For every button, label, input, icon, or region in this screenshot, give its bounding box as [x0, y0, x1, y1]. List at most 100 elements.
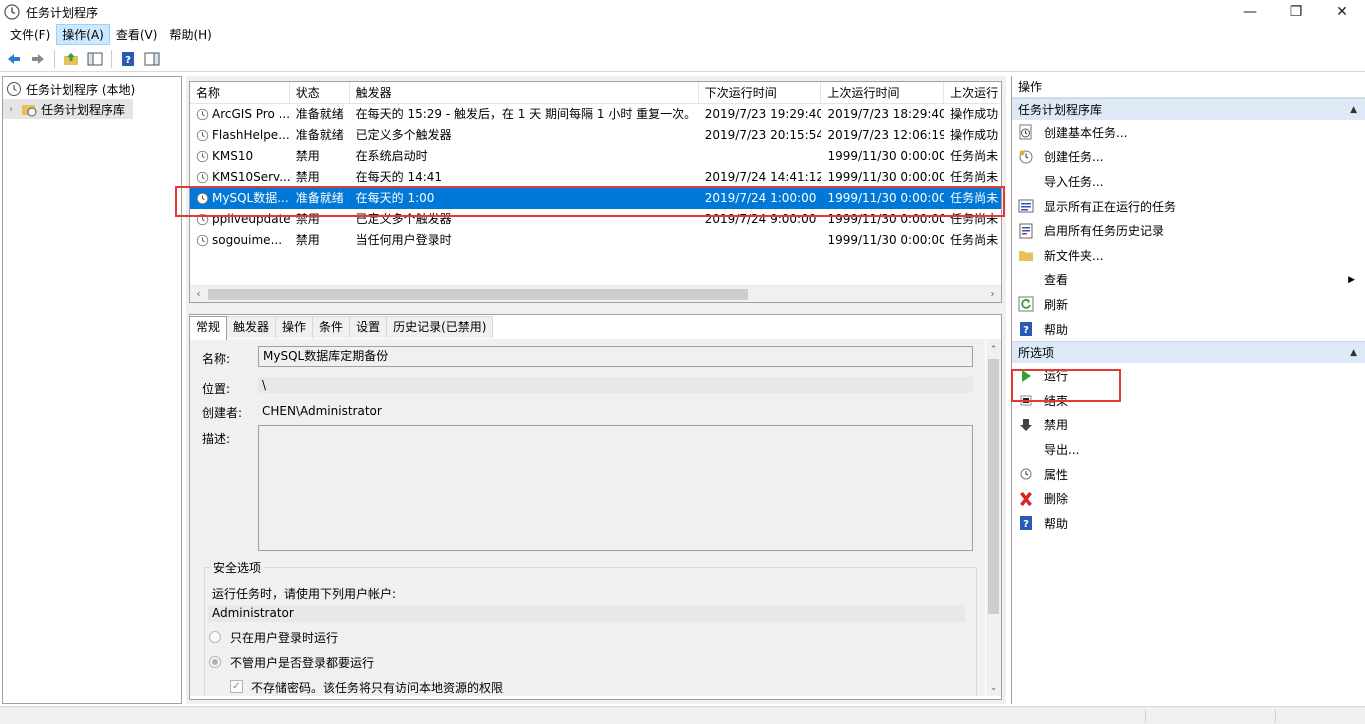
task-last-cell: 1999/11/30 0:00:00: [827, 149, 945, 163]
detail-vertical-scrollbar[interactable]: ⌃ ⌄: [986, 339, 1001, 696]
action-item[interactable]: 导出...: [1012, 437, 1365, 462]
tab-actions[interactable]: 操作: [275, 316, 314, 338]
radio-run-whether-logged-on[interactable]: [209, 656, 221, 668]
show-hide-tree-button[interactable]: [85, 49, 105, 69]
tab-conditions[interactable]: 条件: [312, 316, 351, 338]
description-field[interactable]: [258, 425, 973, 551]
folder-icon: [1018, 247, 1034, 263]
checkbox-do-not-store-password[interactable]: ✓: [230, 680, 243, 693]
task-trigger-cell: 已定义多个触发器: [355, 212, 452, 226]
task-scheduler-app-icon: [4, 4, 20, 20]
tab-triggers[interactable]: 触发器: [226, 316, 277, 338]
menu-view[interactable]: 查看(V): [110, 24, 164, 45]
task-status-cell: 禁用: [295, 170, 320, 184]
forward-arrow-icon: [32, 53, 44, 64]
tab-general[interactable]: 常规: [189, 316, 228, 340]
menu-help[interactable]: 帮助(H): [163, 24, 217, 45]
delete-icon: [1018, 491, 1034, 507]
general-tab-content: 名称: MySQL数据库定期备份 位置: \ 创建者: CHEN\Adminis…: [190, 339, 985, 696]
action-item[interactable]: 删除: [1012, 486, 1365, 511]
tab-settings[interactable]: 设置: [349, 316, 388, 338]
help-toolbar-button[interactable]: ?: [118, 49, 138, 69]
task-status-cell: 准备就绪: [295, 107, 344, 121]
minimize-button[interactable]: —: [1227, 0, 1273, 24]
task-name-text: sogouime...: [212, 233, 283, 247]
close-icon: ✕: [1336, 4, 1348, 20]
action-item[interactable]: ? 帮助: [1012, 317, 1365, 342]
collapse-caret-icon[interactable]: ▲: [1350, 342, 1357, 364]
help-icon: ?: [1018, 321, 1034, 337]
task-clock-icon: [196, 129, 209, 142]
task-row[interactable]: KMS10 禁用 在系统启动时 1999/11/30 0:00:00 任务尚未: [190, 146, 1001, 167]
up-folder-button[interactable]: [61, 49, 81, 69]
action-item-label: 帮助: [1044, 322, 1069, 337]
scrollbar-thumb[interactable]: [208, 289, 748, 300]
task-result-cell: 任务尚未: [950, 233, 999, 247]
show-action-pane-button[interactable]: [142, 49, 162, 69]
task-trigger-cell: 在系统启动时: [355, 149, 428, 163]
task-last-cell: 2019/7/23 18:29:40: [827, 107, 945, 121]
action-item[interactable]: 结束: [1012, 388, 1365, 413]
action-item[interactable]: 属性: [1012, 462, 1365, 487]
tree-item-library[interactable]: › 任务计划程序库: [3, 99, 133, 119]
collapse-caret-icon[interactable]: ▲: [1350, 99, 1357, 121]
action-item[interactable]: 运行: [1012, 363, 1365, 388]
task-trigger-cell: 已定义多个触发器: [355, 128, 452, 142]
detail-scrollbar-thumb[interactable]: [988, 359, 999, 614]
action-item[interactable]: 禁用: [1012, 413, 1365, 438]
tree-root[interactable]: 任务计划程序 (本地): [3, 79, 181, 99]
task-clock-icon: [196, 150, 209, 163]
tab-history[interactable]: 历史记录(已禁用): [386, 316, 494, 338]
scroll-right-icon[interactable]: ›: [984, 286, 1001, 302]
task-next-cell: 2019/7/24 14:41:12: [704, 170, 822, 184]
task-row[interactable]: MySQL数据... 准备就绪 在每天的 1:00 2019/7/24 1:00:00…: [190, 188, 1001, 209]
radio-run-logged-on-label: 只在用户登录时运行: [230, 631, 339, 645]
menu-file[interactable]: 文件(F): [4, 24, 56, 45]
expand-chevron-icon[interactable]: ›: [9, 104, 21, 115]
action-item[interactable]: 创建基本任务...: [1012, 120, 1365, 145]
action-item-label: 刷新: [1044, 297, 1069, 312]
radio-run-logged-on[interactable]: [209, 631, 221, 643]
column-last-result[interactable]: 上次运行: [944, 82, 1001, 104]
task-row[interactable]: ppliveupdate 禁用 已定义多个触发器 2019/7/24 9:00:00 1…: [190, 209, 1001, 230]
task-row[interactable]: ArcGIS Pro ... 准备就绪 在每天的 15:29 - 触发后，在 1 天…: [190, 104, 1001, 125]
action-item[interactable]: 创建任务...: [1012, 145, 1365, 170]
action-item[interactable]: 启用所有任务历史记录: [1012, 218, 1365, 243]
forward-button[interactable]: [28, 49, 48, 69]
column-next-run[interactable]: 下次运行时间: [699, 82, 822, 104]
actions-section-library[interactable]: 任务计划程序库 ▲: [1012, 98, 1365, 120]
task-name-field[interactable]: MySQL数据库定期备份: [258, 346, 973, 367]
menu-action[interactable]: 操作(A): [56, 24, 110, 45]
action-item[interactable]: 导入任务...: [1012, 169, 1365, 194]
actions-pane-title: 操作: [1012, 76, 1365, 98]
task-next-cell: [699, 146, 822, 167]
task-clock-icon: [196, 171, 209, 184]
restore-button[interactable]: ❐: [1273, 0, 1319, 24]
task-name-text: KMS10: [212, 149, 254, 163]
task-row[interactable]: KMS10Serv... 禁用 在每天的 14:41 2019/7/24 14:41:…: [190, 167, 1001, 188]
column-trigger[interactable]: 触发器: [350, 82, 699, 104]
back-button[interactable]: [4, 49, 24, 69]
action-item[interactable]: 显示所有正在运行的任务: [1012, 194, 1365, 219]
actions-section-selected[interactable]: 所选项 ▲: [1012, 341, 1365, 364]
column-status[interactable]: 状态: [290, 82, 350, 104]
task-row[interactable]: sogouime... 禁用 当任何用户登录时 1999/11/30 0:00:00 任…: [190, 230, 1001, 251]
task-row[interactable]: FlashHelpe... 准备就绪 已定义多个触发器 2019/7/23 20:15…: [190, 125, 1001, 146]
action-item[interactable]: 刷新: [1012, 292, 1365, 317]
action-item[interactable]: ? 帮助: [1012, 511, 1365, 536]
column-last-run[interactable]: 上次运行时间: [821, 82, 945, 104]
scroll-left-icon[interactable]: ‹: [190, 286, 207, 302]
blank-icon: [1018, 441, 1034, 457]
horizontal-scrollbar[interactable]: ‹ ›: [190, 285, 1001, 302]
scroll-up-icon[interactable]: ⌃: [985, 341, 1002, 358]
create-basic-task-icon: [1018, 124, 1034, 140]
column-name[interactable]: 名称: [190, 82, 290, 104]
properties-icon: [1018, 466, 1034, 482]
close-button[interactable]: ✕: [1319, 0, 1365, 24]
action-item[interactable]: 新文件夹...: [1012, 243, 1365, 268]
task-next-cell: 2019/7/24 1:00:00: [704, 191, 817, 205]
action-item[interactable]: 查看 ▶: [1012, 268, 1365, 293]
task-trigger-cell: 在每天的 14:41: [355, 170, 443, 184]
author-label: 创建者:: [202, 406, 243, 420]
scroll-down-icon[interactable]: ⌄: [985, 679, 1002, 696]
